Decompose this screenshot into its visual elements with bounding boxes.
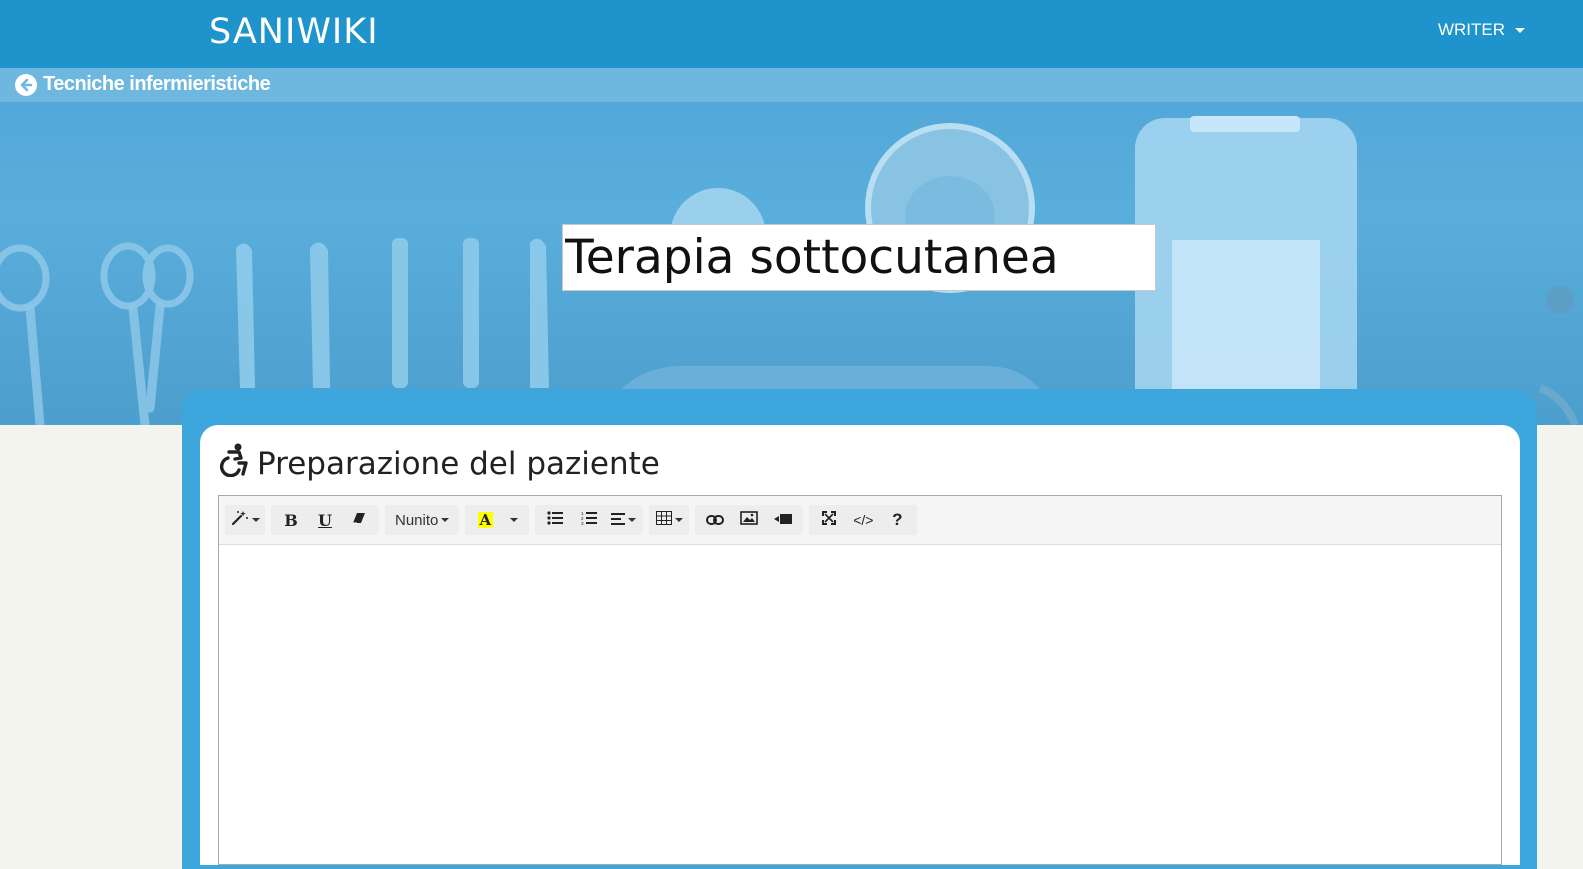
user-menu-dropdown[interactable]: WRITER (1438, 20, 1525, 40)
caret-down-icon (627, 518, 636, 522)
toolbar-group-view: </> ? (809, 505, 918, 535)
caret-down-icon (441, 518, 450, 522)
insert-image-button[interactable] (733, 505, 765, 535)
clear-format-button[interactable] (343, 505, 375, 535)
help-button[interactable]: ? (881, 505, 913, 535)
text-color-button[interactable]: A (469, 505, 501, 535)
numbered-list-button[interactable]: 123 (573, 505, 605, 535)
editor-content-area[interactable] (219, 545, 1501, 865)
toolbar-group-fontname: Nunito (385, 505, 460, 535)
underline-icon: U (318, 510, 332, 530)
rich-text-editor: B U Nunito A 1 2 3 </> ? (218, 495, 1502, 865)
fullscreen-button[interactable] (813, 505, 845, 535)
caret-down-icon (674, 518, 683, 522)
align-icon (610, 512, 625, 529)
fullscreen-icon (822, 511, 837, 529)
toolbar-group-para: 123 (535, 505, 644, 535)
font-family-dropdown[interactable]: Nunito (389, 505, 455, 535)
help-icon: ? (892, 510, 903, 529)
font-family-label: Nunito (395, 511, 439, 529)
text-color-icon: A (477, 511, 494, 529)
bullet-list-button[interactable] (539, 505, 571, 535)
top-navbar: SANIWIKI WRITER (0, 0, 1583, 68)
user-menu-label: WRITER (1437, 20, 1505, 39)
brand-logo[interactable]: SANIWIKI (209, 10, 379, 54)
underline-button[interactable]: U (309, 505, 341, 535)
video-icon (774, 512, 793, 529)
toolbar-group-font: B U (271, 505, 379, 535)
code-view-button[interactable]: </> (847, 505, 879, 535)
page-title-input[interactable] (562, 224, 1156, 291)
numbered-list-icon: 123 (581, 511, 598, 529)
breadcrumb-bar: Tecniche infermieristiche (0, 68, 1583, 102)
style-dropdown-button[interactable] (229, 505, 261, 535)
editor-toolbar: B U Nunito A 1 2 3 </> ? (219, 496, 1501, 545)
caret-down-icon (251, 518, 260, 522)
insert-video-button[interactable] (767, 505, 799, 535)
section-heading-text: Preparazione del paziente (257, 446, 660, 482)
eraser-icon (352, 511, 366, 529)
toolbar-group-style (225, 505, 265, 535)
bold-button[interactable]: B (275, 505, 307, 535)
paragraph-align-dropdown[interactable] (607, 505, 639, 535)
svg-text:3: 3 (581, 521, 584, 525)
toolbar-group-insert (695, 505, 804, 535)
insert-link-button[interactable] (699, 505, 731, 535)
section-heading: Preparazione del paziente (219, 443, 660, 485)
back-link[interactable]: Tecniche infermieristiche (15, 73, 271, 96)
caret-down-icon (1515, 27, 1525, 33)
table-dropdown[interactable] (653, 505, 685, 535)
toolbar-group-table (649, 505, 690, 535)
wheelchair-icon (219, 443, 251, 485)
link-icon (706, 512, 725, 529)
back-link-label: Tecniche infermieristiche (43, 73, 271, 95)
image-icon (740, 511, 759, 529)
table-icon (655, 511, 672, 529)
color-dropdown-button[interactable] (503, 505, 525, 535)
toolbar-group-color: A (465, 505, 530, 535)
bold-icon: B (284, 510, 298, 530)
magic-wand-icon (231, 510, 249, 530)
bullet-list-icon (547, 511, 564, 529)
arrow-left-circle-icon (15, 73, 37, 96)
color-dropdown-icon (510, 518, 519, 522)
code-view-icon: </> (853, 512, 874, 528)
